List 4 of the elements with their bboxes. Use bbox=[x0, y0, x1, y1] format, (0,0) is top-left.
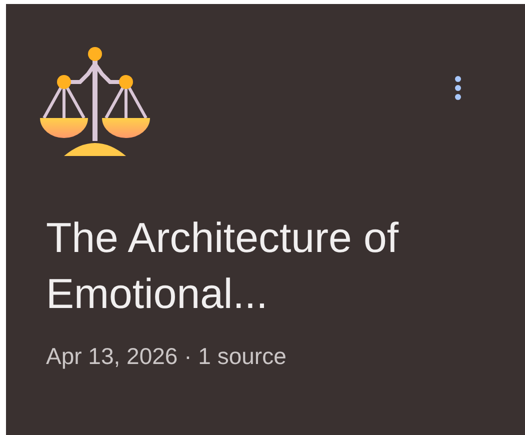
card-background[interactable]: The Architecture of Emotional... Apr 13, 2026 · 1 source bbox=[6, 4, 525, 435]
notebook-title: The Architecture of Emotional... bbox=[46, 213, 400, 319]
more-vertical-icon bbox=[455, 76, 461, 100]
notebook-meta: Apr 13, 2026 · 1 source bbox=[46, 342, 288, 370]
